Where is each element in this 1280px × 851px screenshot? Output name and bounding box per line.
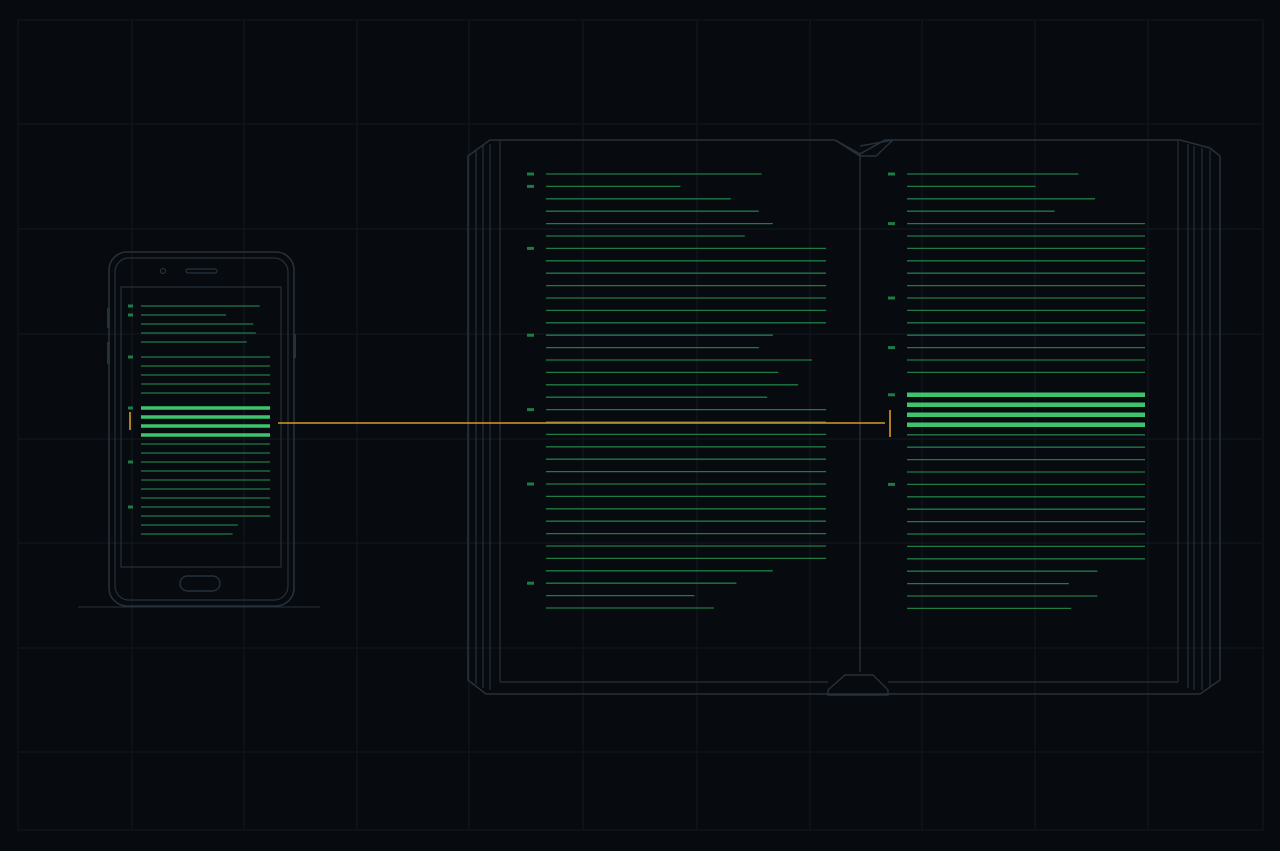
paragraph-marker — [888, 346, 895, 350]
paragraph-marker — [888, 222, 895, 226]
paragraph-marker — [888, 296, 895, 300]
open-book-icon — [467, 139, 1221, 696]
paragraph-marker — [527, 482, 534, 486]
paragraph-marker — [128, 460, 133, 464]
paragraph-marker — [527, 246, 534, 250]
smartphone-icon — [78, 251, 320, 608]
paragraph-marker — [128, 313, 133, 317]
paragraph-marker — [128, 355, 133, 359]
paragraph-marker — [527, 333, 534, 337]
paragraph-marker — [128, 406, 133, 410]
paragraph-marker — [527, 184, 534, 188]
paragraph-marker — [527, 581, 534, 585]
phone-text-lines — [128, 304, 270, 535]
paragraph-marker — [527, 172, 534, 176]
paragraph-marker — [888, 172, 895, 176]
paragraph-marker — [888, 482, 895, 486]
paragraph-marker — [527, 408, 534, 412]
sync-diagram — [17, 19, 1264, 831]
paragraph-marker — [888, 393, 895, 397]
paragraph-marker — [128, 304, 133, 308]
paragraph-marker — [128, 505, 133, 509]
